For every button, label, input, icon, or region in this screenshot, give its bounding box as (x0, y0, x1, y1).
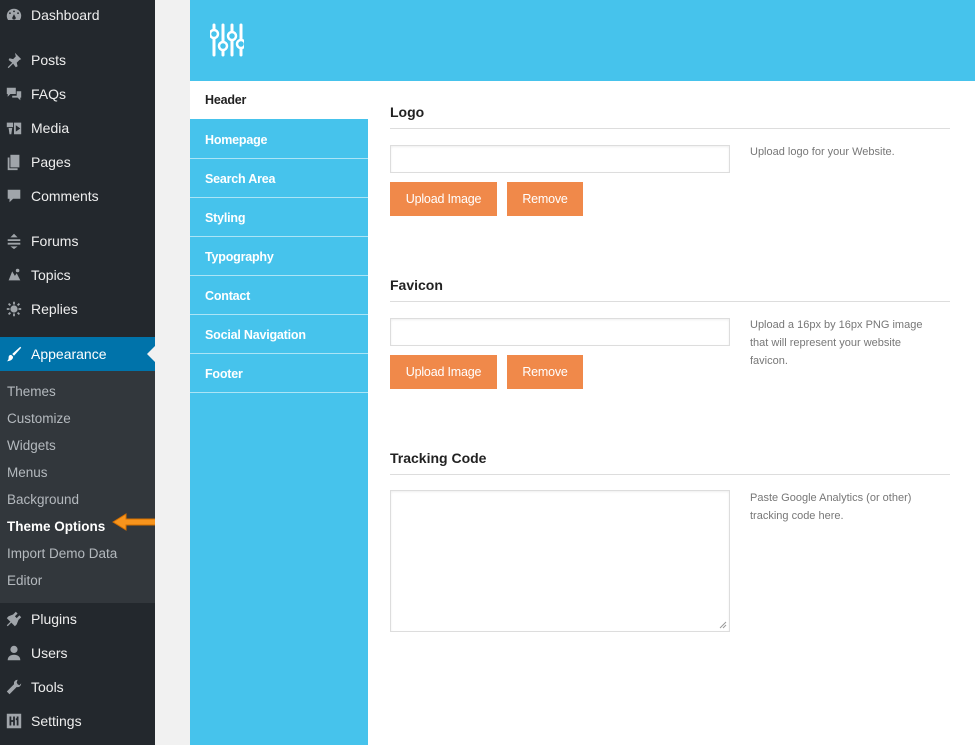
options-tab-list: Header Homepage Search Area Styling Typo… (190, 81, 368, 745)
tracking-help-text: Paste Google Analytics (or other) tracki… (750, 492, 912, 522)
menu-item-tools[interactable]: Tools (0, 670, 155, 704)
logo-help-text: Upload logo for your Website. (750, 146, 895, 158)
dashboard-icon (4, 5, 24, 25)
menu-item-comments[interactable]: Comments (0, 179, 155, 213)
menu-item-plugins[interactable]: Plugins (0, 602, 155, 636)
paintbrush-icon (4, 344, 24, 364)
settings-sliders-icon (4, 711, 24, 731)
pushpin-icon (4, 50, 24, 70)
menu-item-faqs[interactable]: FAQs (0, 77, 155, 111)
menu-label: Settings (31, 713, 82, 729)
appearance-submenu: Themes Customize Widgets Menus Backgroun… (0, 371, 155, 603)
sliders-icon (210, 23, 244, 57)
favicon-remove-button[interactable]: Remove (507, 355, 583, 389)
options-header-bar (190, 0, 975, 81)
menu-item-pages[interactable]: Pages (0, 145, 155, 179)
section-divider (390, 301, 950, 302)
submenu-item-background[interactable]: Background (7, 486, 79, 513)
media-icon (4, 118, 24, 138)
tab-search-area[interactable]: Search Area (190, 160, 368, 198)
replies-icon (4, 299, 24, 319)
section-divider (390, 474, 950, 475)
comment-icon (4, 186, 24, 206)
menu-item-forums[interactable]: Forums (0, 224, 155, 258)
menu-label: Pages (31, 154, 71, 170)
logo-remove-button[interactable]: Remove (507, 182, 583, 216)
menu-label: Replies (31, 301, 78, 317)
tracking-section-title: Tracking Code (390, 450, 487, 466)
tab-typography[interactable]: Typography (190, 238, 368, 276)
tab-social-navigation[interactable]: Social Navigation (190, 316, 368, 354)
menu-label: Appearance (31, 346, 107, 362)
admin-sidebar: Dashboard Posts FAQs Media Pages Comment… (0, 0, 158, 745)
menu-item-topics[interactable]: Topics (0, 258, 155, 292)
logo-upload-button[interactable]: Upload Image (390, 182, 497, 216)
menu-label: Dashboard (31, 7, 100, 23)
menu-item-appearance[interactable]: Appearance (0, 337, 155, 371)
plugin-icon (4, 609, 24, 629)
tab-header[interactable]: Header (190, 81, 368, 119)
submenu-item-editor[interactable]: Editor (7, 567, 42, 594)
tracking-code-textarea[interactable] (390, 490, 730, 632)
menu-label: Media (31, 120, 70, 136)
submenu-item-theme-options[interactable]: Theme Options (7, 513, 105, 540)
menu-item-replies[interactable]: Replies (0, 292, 155, 326)
menu-label: Posts (31, 52, 67, 68)
menu-item-users[interactable]: Users (0, 636, 155, 670)
pointer-arrow-icon (112, 513, 158, 531)
menu-item-dashboard[interactable]: Dashboard (0, 0, 155, 32)
tab-styling[interactable]: Styling (190, 199, 368, 237)
menu-label: Comments (31, 188, 99, 204)
section-divider (390, 128, 950, 129)
pages-icon (4, 152, 24, 172)
submenu-item-import-demo-data[interactable]: Import Demo Data (7, 540, 117, 567)
menu-item-media[interactable]: Media (0, 111, 155, 145)
forums-icon (4, 231, 24, 251)
menu-item-posts[interactable]: Posts (0, 43, 155, 77)
tab-footer[interactable]: Footer (190, 355, 368, 393)
menu-label: Topics (31, 267, 71, 283)
tab-contact[interactable]: Contact (190, 277, 368, 315)
submenu-item-menus[interactable]: Menus (7, 459, 48, 486)
submenu-item-widgets[interactable]: Widgets (7, 432, 56, 459)
page-gutter (155, 0, 190, 745)
logo-section-title: Logo (390, 104, 425, 120)
resize-grip-icon[interactable] (719, 621, 727, 629)
menu-label: Users (31, 645, 68, 661)
favicon-help-text: Upload a 16px by 16px PNG image that wil… (750, 319, 923, 367)
menu-label: Tools (31, 679, 64, 695)
menu-label: Plugins (31, 611, 77, 627)
submenu-item-themes[interactable]: Themes (7, 378, 56, 405)
menu-item-settings[interactable]: Settings (0, 704, 155, 738)
options-content: Logo Upload Image Remove Upload logo for… (368, 81, 975, 745)
favicon-section-title: Favicon (390, 277, 443, 293)
wrench-icon (4, 677, 24, 697)
favicon-url-input[interactable] (390, 318, 730, 346)
logo-url-input[interactable] (390, 145, 730, 173)
submenu-item-customize[interactable]: Customize (7, 405, 71, 432)
menu-label: FAQs (31, 86, 67, 102)
favicon-upload-button[interactable]: Upload Image (390, 355, 497, 389)
menu-label: Forums (31, 233, 79, 249)
tab-homepage[interactable]: Homepage (190, 121, 368, 159)
topics-icon (4, 265, 24, 285)
chat-bubbles-icon (4, 84, 24, 104)
user-icon (4, 643, 24, 663)
